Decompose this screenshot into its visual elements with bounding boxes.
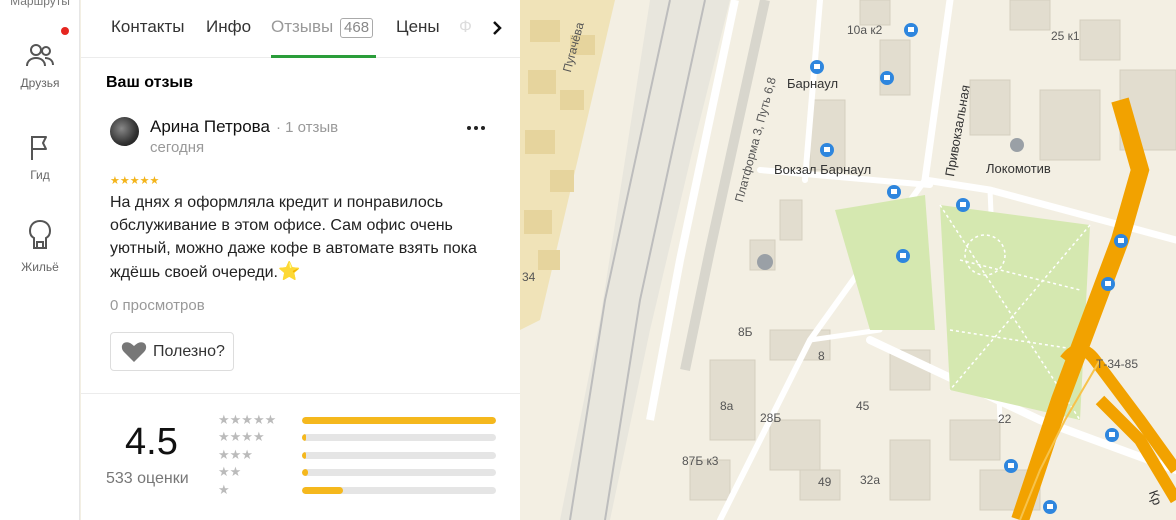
views-count: 0 просмотров	[110, 297, 205, 314]
review-text: На днях я оформляла кредит и понравилось…	[110, 191, 500, 284]
dist-bar-1	[302, 487, 496, 494]
star-emoji: ⭐	[278, 261, 301, 282]
rating-dist-row-5: ★★★★★	[218, 412, 498, 428]
dist-fill-5	[302, 417, 496, 424]
dist-stars-5: ★★★★★	[218, 412, 277, 427]
tabs-next-button[interactable]	[485, 16, 509, 40]
dist-stars-2: ★★	[218, 464, 242, 479]
map-label-10a: 10а к2	[847, 23, 883, 37]
map-label-45: 45	[856, 399, 870, 413]
tab-reviews-label: Отзывы	[271, 17, 334, 36]
map-label-8b: 8Б	[738, 325, 753, 339]
review-rating-stars: ★★★★★	[110, 175, 160, 187]
avatar[interactable]	[110, 117, 139, 146]
dist-fill-1	[302, 487, 343, 494]
rating-dist-row-2: ★★	[218, 464, 498, 480]
map-label-22: 22	[998, 412, 1012, 426]
dist-bar-2	[302, 469, 496, 476]
map-label-28b: 28Б	[760, 411, 782, 425]
rail-item-guide[interactable]: Гид	[0, 132, 80, 184]
review-author[interactable]: Арина Петрова · 1 отзыв	[150, 117, 338, 137]
more-dots-icon	[467, 126, 485, 130]
section-divider	[81, 393, 520, 394]
map-label-vokzal: Вокзал Барнаул	[774, 162, 872, 177]
rail-routes-label[interactable]: Маршруты	[0, 0, 80, 8]
rating-count: 533 оценки	[106, 470, 189, 487]
heart-icon	[121, 341, 147, 362]
rail-item-guide-label: Гид	[30, 168, 50, 182]
rating-dist-row-1: ★	[218, 482, 498, 498]
dist-stars-4: ★★★★	[218, 429, 265, 444]
flag-icon	[31, 136, 47, 160]
active-tab-indicator	[271, 55, 376, 58]
map-label-barnaul: Барнаул	[787, 76, 839, 91]
left-rail: Маршруты Друзья Гид Жильё	[0, 0, 80, 520]
map-label-8: 8	[818, 349, 825, 363]
reviews-count-badge: 468	[340, 18, 374, 38]
rating-dist-row-4: ★★★★	[218, 429, 498, 445]
dist-bar-4	[302, 434, 496, 441]
map-label-t3485: Т-34-85	[1096, 357, 1139, 371]
rail-item-housing-label: Жильё	[21, 260, 59, 274]
dist-bar-3	[302, 452, 496, 459]
map-label-25k1: 25 к1	[1051, 29, 1080, 43]
dist-fill-4	[302, 434, 306, 441]
chevron-right-icon	[493, 21, 502, 35]
rail-item-friends-label: Друзья	[20, 76, 60, 90]
friends-icon	[26, 44, 54, 67]
map-label-34: 34	[522, 270, 536, 284]
more-options-button[interactable]	[465, 121, 487, 141]
tab-reviews[interactable]: Отзывы 468	[271, 17, 374, 38]
helpful-button[interactable]: Полезно?	[110, 332, 234, 371]
map-label-8a: 8а	[720, 399, 734, 413]
author-name[interactable]: Арина Петрова	[150, 117, 270, 136]
rating-dist-row-3: ★★★	[218, 447, 498, 463]
map-view[interactable]: Пугачёва Платформа 3, Путь 6,8 Барнаул В…	[520, 0, 1176, 520]
dist-stars-1: ★	[218, 482, 230, 497]
tab-bar: Контакты Инфо Отзывы 468 Цены Ф	[81, 0, 520, 58]
dist-bar-5	[302, 417, 496, 424]
tab-contacts[interactable]: Контакты	[111, 17, 184, 37]
org-panel: Контакты Инфо Отзывы 468 Цены Ф Ваш отзы…	[81, 0, 520, 520]
tab-prices[interactable]: Цены	[396, 17, 440, 37]
map-label-87b: 87Б к3	[682, 454, 719, 468]
map-label-49: 49	[818, 475, 832, 489]
map-label-lokomotiv: Локомотив	[986, 161, 1051, 176]
dist-fill-3	[302, 452, 306, 459]
tab-info[interactable]: Инфо	[206, 17, 251, 37]
map-label-32a: 32а	[860, 473, 881, 487]
your-review-title: Ваш отзыв	[106, 74, 193, 91]
dist-stars-3: ★★★	[218, 447, 253, 462]
review-date: сегодня	[150, 139, 205, 156]
author-review-count: · 1 отзыв	[275, 119, 339, 136]
housing-icon	[28, 219, 52, 249]
helpful-label: Полезно?	[153, 342, 225, 360]
dist-fill-2	[302, 469, 308, 476]
rail-item-friends[interactable]: Друзья	[0, 42, 80, 92]
map-canvas[interactable]	[520, 0, 1176, 520]
rating-score: 4.5	[125, 421, 178, 463]
rail-item-housing[interactable]: Жильё	[0, 218, 80, 276]
notification-dot	[61, 27, 69, 35]
tab-faded[interactable]: Ф	[459, 17, 472, 37]
